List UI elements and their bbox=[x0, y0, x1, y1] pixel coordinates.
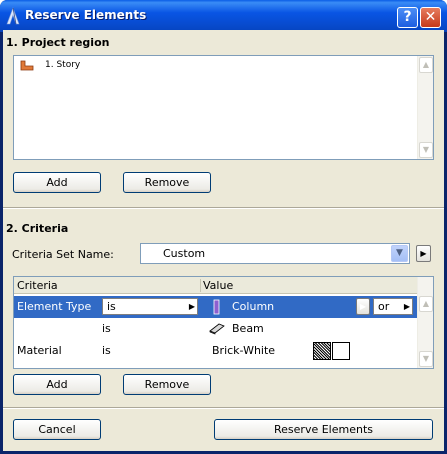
help-button[interactable]: ? bbox=[397, 7, 418, 28]
arrow-right-icon: ▶ bbox=[403, 302, 410, 311]
criteria-add-button[interactable]: Add bbox=[13, 374, 101, 395]
row-value: Beam bbox=[232, 322, 264, 335]
criteria-set-name-combo[interactable]: Custom ▼ bbox=[140, 243, 410, 264]
row-operator: is bbox=[102, 344, 111, 357]
table-row[interactable]: Element Type is ▶ Column ▶ or ▶ bbox=[14, 296, 417, 318]
scroll-down-icon[interactable]: ▼ bbox=[419, 142, 433, 158]
title-bar[interactable]: Reserve Elements ? ✕ bbox=[0, 0, 447, 32]
list-item[interactable]: 1. Story bbox=[14, 56, 417, 76]
criteria-remove-button[interactable]: Remove bbox=[123, 374, 211, 395]
scroll-up-icon[interactable]: ▲ bbox=[419, 296, 433, 312]
story-label: 1. Story bbox=[45, 60, 81, 70]
project-region-scrollbar[interactable]: ▲ ▼ bbox=[417, 56, 433, 159]
column-divider bbox=[200, 279, 201, 292]
cancel-button[interactable]: Cancel bbox=[13, 419, 101, 440]
project-region-list[interactable]: 1. Story ▲ ▼ bbox=[13, 55, 434, 160]
close-button[interactable]: ✕ bbox=[420, 7, 441, 28]
beam-icon bbox=[209, 323, 225, 335]
column-header-criteria[interactable]: Criteria bbox=[17, 279, 58, 292]
operator-field[interactable]: is ▶ bbox=[102, 298, 198, 315]
dialog-window: Reserve Elements ? ✕ 1. Project region 1… bbox=[0, 0, 447, 454]
row-value: Brick-White bbox=[212, 344, 276, 357]
operator-value: is bbox=[107, 300, 116, 313]
row-criteria: Material bbox=[17, 344, 62, 357]
arrow-right-icon: ▶ bbox=[188, 302, 195, 311]
criteria-set-name-value: Custom bbox=[163, 247, 206, 260]
window-title: Reserve Elements bbox=[25, 8, 147, 22]
criteria-table[interactable]: Criteria Value Element Type is ▶ Column … bbox=[13, 276, 434, 369]
table-row[interactable]: Material is Brick-White bbox=[14, 340, 417, 362]
scroll-up-icon[interactable]: ▲ bbox=[419, 57, 433, 73]
region-add-button[interactable]: Add bbox=[13, 172, 101, 193]
material-color-swatch bbox=[332, 342, 350, 360]
column-header-value[interactable]: Value bbox=[203, 279, 233, 292]
criteria-table-scrollbar[interactable]: ▲ ▼ bbox=[417, 277, 433, 368]
criteria-set-name-label: Criteria Set Name: bbox=[12, 248, 114, 261]
region-remove-button[interactable]: Remove bbox=[123, 172, 211, 193]
material-hatch-icon bbox=[313, 342, 331, 360]
table-row[interactable]: is Beam bbox=[14, 318, 417, 340]
section-divider bbox=[3, 407, 444, 409]
criteria-set-menu-button[interactable]: ▶ bbox=[416, 245, 431, 262]
column-icon bbox=[213, 299, 220, 315]
scroll-down-icon[interactable]: ▼ bbox=[419, 351, 433, 367]
conjunction-value: or bbox=[378, 300, 390, 313]
chevron-down-icon[interactable]: ▼ bbox=[391, 245, 408, 262]
project-region-heading: 1. Project region bbox=[6, 36, 110, 49]
row-operator: is bbox=[102, 322, 111, 335]
section-divider bbox=[3, 207, 444, 209]
criteria-heading: 2. Criteria bbox=[6, 222, 69, 235]
story-icon bbox=[20, 60, 34, 71]
archicad-app-icon bbox=[6, 7, 20, 25]
row-value: Column bbox=[232, 300, 275, 313]
criteria-table-header: Criteria Value bbox=[14, 277, 417, 294]
value-menu-button[interactable]: ▶ bbox=[356, 298, 370, 315]
dialog-body: 1. Project region 1. Story ▲ ▼ Add Remov… bbox=[3, 30, 444, 451]
row-criteria: Element Type bbox=[17, 300, 92, 313]
reserve-elements-button[interactable]: Reserve Elements bbox=[214, 419, 433, 440]
conjunction-field[interactable]: or ▶ bbox=[373, 298, 413, 315]
